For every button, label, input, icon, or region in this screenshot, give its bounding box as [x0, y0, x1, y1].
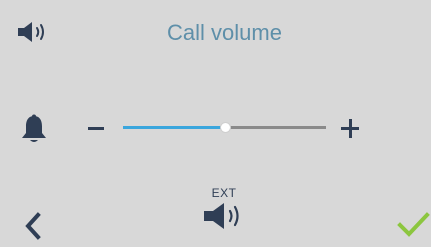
- page-title: Call volume: [167, 20, 282, 45]
- minus-icon: [88, 127, 104, 130]
- volume-increase-button[interactable]: [336, 113, 366, 143]
- call-volume-screen: Call volume EXT: [0, 0, 431, 247]
- speaker-icon: [204, 203, 239, 229]
- back-button[interactable]: [20, 211, 46, 241]
- slider-thumb[interactable]: [221, 123, 230, 132]
- ext-speaker-button[interactable]: EXT: [196, 183, 252, 229]
- volume-slider[interactable]: [123, 120, 326, 136]
- volume-decrease-button[interactable]: [84, 113, 108, 143]
- slider-fill: [123, 126, 225, 129]
- confirm-button[interactable]: [396, 210, 430, 240]
- chevron-left-icon: [25, 212, 41, 240]
- bell-icon: [22, 114, 46, 142]
- checkmark-icon: [397, 212, 430, 237]
- ext-label: EXT: [211, 186, 237, 200]
